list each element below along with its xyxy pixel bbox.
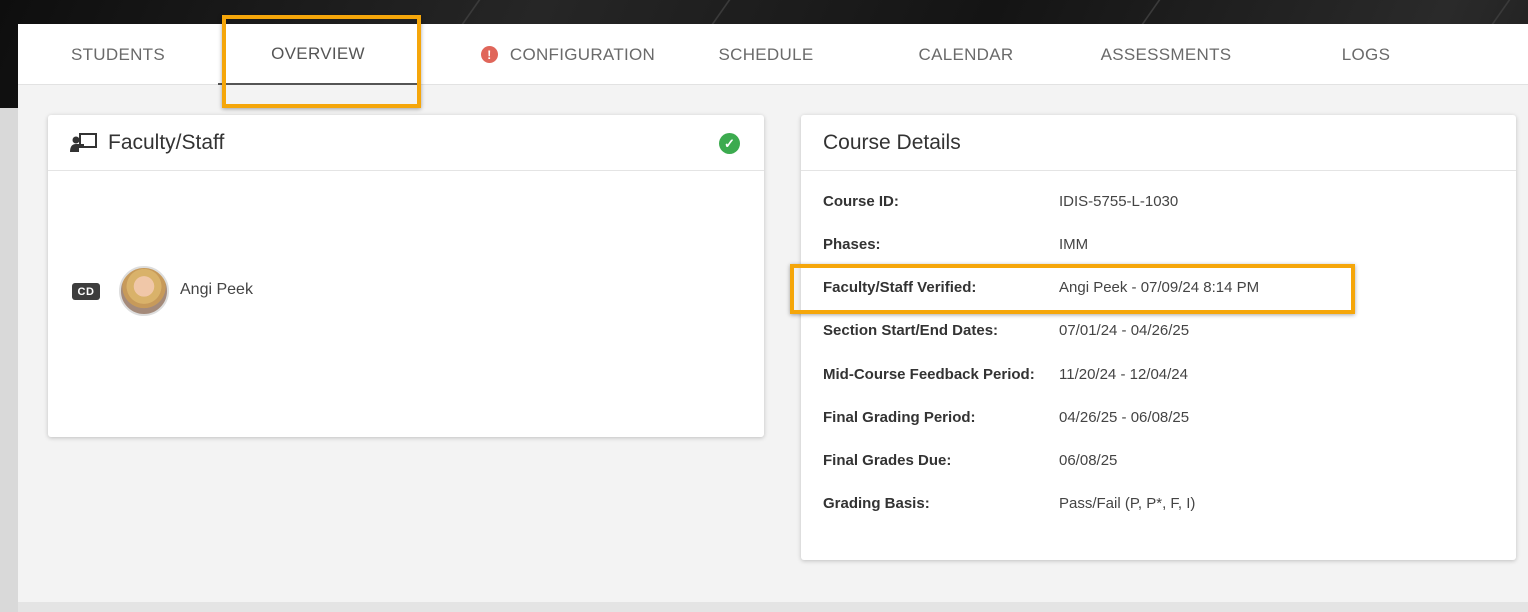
tab-assessments[interactable]: ASSESSMENTS [1066, 24, 1266, 85]
tab-label: LOGS [1341, 44, 1391, 64]
tab-label: CONFIGURATION [509, 44, 656, 64]
detail-label: Final Grades Due: [823, 452, 952, 469]
tab-bar: STUDENTS OVERVIEW ! CONFIGURATION SCHEDU… [18, 24, 1528, 85]
faculty-staff-title: Faculty/Staff [108, 130, 225, 154]
tab-label: ASSESSMENTS [1100, 44, 1232, 64]
detail-value: IMM [1059, 236, 1089, 253]
detail-value: IDIS-5755-L-1030 [1059, 193, 1179, 210]
faculty-member-name[interactable]: Angi Peek [180, 281, 253, 299]
detail-label: Phases: [823, 236, 881, 253]
tab-schedule[interactable]: SCHEDULE [666, 24, 866, 85]
detail-label: Course ID: [823, 193, 899, 210]
detail-value: 04/26/25 - 06/08/25 [1059, 409, 1190, 426]
presenter-icon [70, 131, 98, 155]
tab-label: SCHEDULE [718, 44, 814, 64]
detail-label: Faculty/Staff Verified: [823, 279, 977, 296]
detail-value: 11/20/24 - 12/04/24 [1059, 366, 1188, 383]
detail-value: Angi Peek - 07/09/24 8:14 PM [1059, 279, 1260, 296]
detail-value: 07/01/24 - 04/26/25 [1059, 322, 1190, 339]
tab-label: OVERVIEW [271, 43, 365, 63]
check-circle-icon: ✓ [719, 133, 740, 154]
course-details-card: Course Details Course ID: IDIS-5755-L-10… [801, 115, 1516, 560]
detail-label: Mid-Course Feedback Period: [823, 366, 1035, 383]
course-details-title: Course Details [823, 130, 961, 154]
tab-calendar[interactable]: CALENDAR [866, 24, 1066, 85]
faculty-staff-card: Faculty/Staff ✓ CD Angi Peek [48, 115, 764, 437]
tab-logs[interactable]: LOGS [1266, 24, 1466, 85]
course-details-card-header: Course Details [801, 115, 1516, 171]
tab-label: CALENDAR [918, 44, 1014, 64]
tab-label: STUDENTS [70, 44, 165, 64]
detail-value: Pass/Fail (P, P*, F, I) [1059, 495, 1196, 512]
course-main-panel: STUDENTS OVERVIEW ! CONFIGURATION SCHEDU… [18, 24, 1528, 602]
detail-label: Grading Basis: [823, 495, 930, 512]
role-badge: CD [72, 283, 100, 300]
tab-students[interactable]: STUDENTS [18, 24, 218, 85]
left-gutter [0, 108, 18, 612]
warning-icon: ! [480, 46, 498, 63]
avatar [119, 266, 169, 316]
detail-label: Final Grading Period: [823, 409, 976, 426]
detail-value: 06/08/25 [1059, 452, 1118, 469]
faculty-staff-card-header: Faculty/Staff ✓ [48, 115, 764, 171]
detail-label: Section Start/End Dates: [823, 322, 999, 339]
bottom-strip [18, 602, 1528, 612]
tab-overview[interactable]: OVERVIEW [218, 24, 418, 85]
tab-configuration[interactable]: ! CONFIGURATION [468, 24, 668, 85]
